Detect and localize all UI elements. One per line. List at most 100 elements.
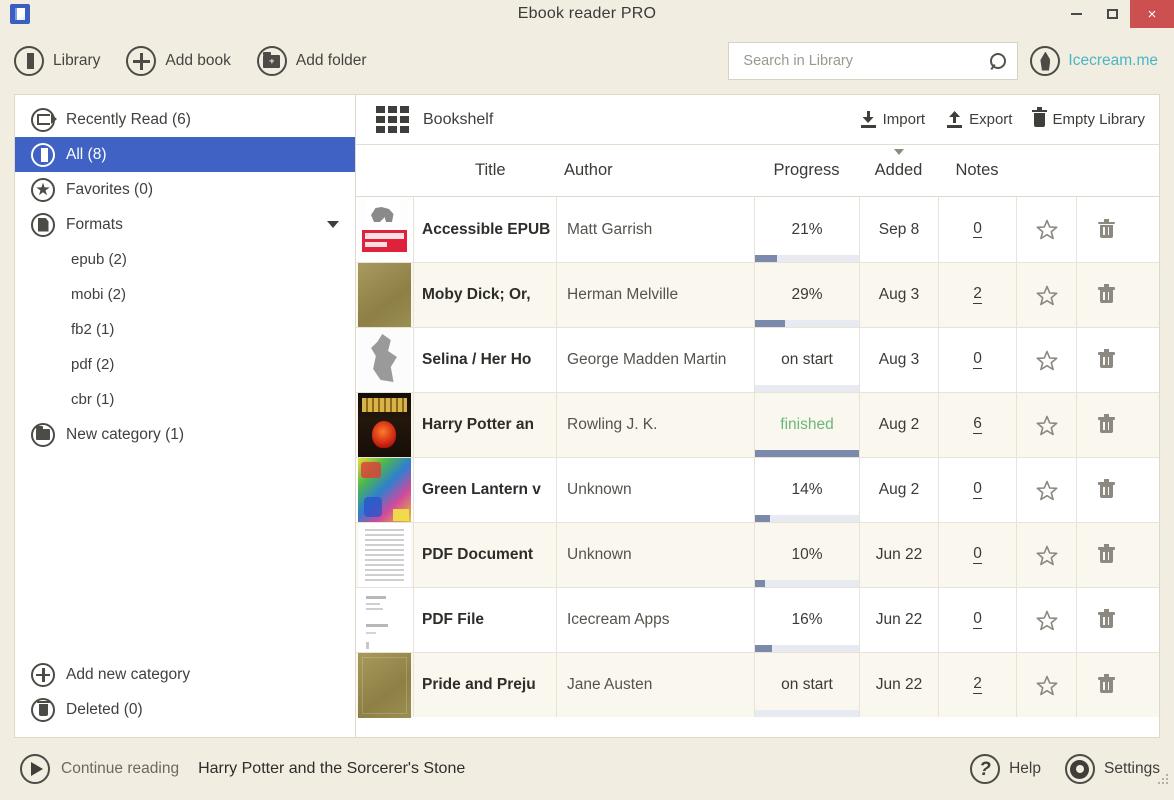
book-cover-thumbnail xyxy=(358,197,411,262)
header-title[interactable]: Title xyxy=(413,161,556,180)
favorite-button[interactable] xyxy=(1016,393,1076,457)
book-title[interactable]: Accessible EPUB xyxy=(413,197,556,262)
favorite-button[interactable] xyxy=(1016,458,1076,522)
header-progress[interactable]: Progress xyxy=(754,161,859,180)
continue-reading-button[interactable]: Continue reading Harry Potter and the So… xyxy=(20,754,465,784)
table-row[interactable]: Accessible EPUBMatt Garrish21%Sep 80 xyxy=(356,197,1159,262)
book-title[interactable]: Pride and Preju xyxy=(413,653,556,717)
gear-icon xyxy=(1065,754,1095,784)
import-icon xyxy=(861,111,876,128)
chevron-down-icon[interactable] xyxy=(327,221,339,228)
delete-button[interactable] xyxy=(1076,197,1136,262)
trash-outline-icon xyxy=(1100,352,1113,368)
table-row[interactable]: Green Lantern vUnknown14%Aug 20 xyxy=(356,457,1159,522)
book-notes-count[interactable]: 0 xyxy=(938,458,1016,522)
star-outline-icon xyxy=(1036,350,1058,371)
add-new-category-button[interactable]: Add new category xyxy=(15,657,355,692)
favorite-button[interactable] xyxy=(1016,653,1076,717)
table-row[interactable]: Selina / Her HoGeorge Madden Martinon st… xyxy=(356,327,1159,392)
sidebar-item-mobi[interactable]: mobi (2) xyxy=(15,277,355,312)
delete-button[interactable] xyxy=(1076,328,1136,392)
book-notes-count[interactable]: 2 xyxy=(938,653,1016,717)
sidebar-item-favorites[interactable]: Favorites (0) xyxy=(15,172,355,207)
book-title[interactable]: Green Lantern v xyxy=(413,458,556,522)
maximize-button[interactable] xyxy=(1094,0,1130,28)
resize-grip[interactable] xyxy=(1156,780,1168,792)
book-notes-count[interactable]: 0 xyxy=(938,328,1016,392)
search-icon[interactable] xyxy=(990,53,1007,70)
app-icon xyxy=(10,4,30,24)
book-title[interactable]: Moby Dick; Or, xyxy=(413,263,556,327)
delete-button[interactable] xyxy=(1076,458,1136,522)
delete-button[interactable] xyxy=(1076,263,1136,327)
close-button[interactable]: × xyxy=(1130,0,1174,28)
book-cover-cell xyxy=(356,263,413,327)
book-notes-count[interactable]: 6 xyxy=(938,393,1016,457)
book-notes-count[interactable]: 0 xyxy=(938,197,1016,262)
sidebar-item-label: Recently Read (6) xyxy=(66,111,191,129)
favorite-button[interactable] xyxy=(1016,588,1076,652)
empty-library-button[interactable]: Empty Library xyxy=(1034,111,1145,128)
book-cover-cell xyxy=(356,393,413,457)
book-title[interactable]: Selina / Her Ho xyxy=(413,328,556,392)
book-cover-thumbnail xyxy=(358,393,411,458)
brand-link-group[interactable]: Icecream.me xyxy=(1030,46,1158,76)
sidebar-item-cbr[interactable]: cbr (1) xyxy=(15,382,355,417)
book-notes-count[interactable]: 2 xyxy=(938,263,1016,327)
sidebar-item-epub[interactable]: epub (2) xyxy=(15,242,355,277)
settings-button[interactable]: Settings xyxy=(1065,754,1160,784)
sidebar-item-label: New category (1) xyxy=(66,426,184,444)
table-row[interactable]: Pride and PrejuJane Austenon startJun 22… xyxy=(356,652,1159,717)
export-label: Export xyxy=(969,111,1012,128)
table-row[interactable]: Harry Potter anRowling J. K.finishedAug … xyxy=(356,392,1159,457)
add-folder-button[interactable]: Add folder xyxy=(257,46,367,76)
shelf-actions: Import Export Empty Library xyxy=(861,111,1145,128)
bookshelf-toolbar: Bookshelf Import Export Empty Library xyxy=(356,95,1159,145)
search-input[interactable] xyxy=(743,53,990,69)
delete-button[interactable] xyxy=(1076,653,1136,717)
table-row[interactable]: PDF DocumentUnknown10%Jun 220 xyxy=(356,522,1159,587)
delete-button[interactable] xyxy=(1076,523,1136,587)
sidebar-item-deleted[interactable]: Deleted (0) xyxy=(15,692,355,727)
book-title[interactable]: PDF File xyxy=(413,588,556,652)
book-progress: on start xyxy=(754,328,859,392)
add-book-button[interactable]: Add book xyxy=(126,46,231,76)
table-row[interactable]: Moby Dick; Or,Herman Melville29%Aug 32 xyxy=(356,262,1159,327)
help-button[interactable]: ? Help xyxy=(970,754,1041,784)
import-button[interactable]: Import xyxy=(861,111,926,128)
header-author[interactable]: Author xyxy=(556,161,754,180)
brand-link[interactable]: Icecream.me xyxy=(1068,52,1158,70)
favorite-button[interactable] xyxy=(1016,197,1076,262)
book-progress: finished xyxy=(754,393,859,457)
book-title[interactable]: PDF Document xyxy=(413,523,556,587)
sidebar-item-pdf[interactable]: pdf (2) xyxy=(15,347,355,382)
sidebar-item-new-category[interactable]: New category (1) xyxy=(15,417,355,452)
sidebar-item-formats[interactable]: Formats xyxy=(15,207,355,242)
favorite-button[interactable] xyxy=(1016,263,1076,327)
export-button[interactable]: Export xyxy=(947,111,1012,128)
book-notes-count[interactable]: 0 xyxy=(938,523,1016,587)
trash-outline-icon xyxy=(1100,482,1113,498)
sidebar-item-recently-read[interactable]: Recently Read (6) xyxy=(15,102,355,137)
sidebar-item-label: Add new category xyxy=(66,666,190,684)
grid-icon[interactable] xyxy=(376,106,409,133)
toolbar-right: Icecream.me xyxy=(728,42,1158,80)
minimize-button[interactable] xyxy=(1058,0,1094,28)
table-row[interactable]: PDF FileIcecream Apps16%Jun 220 xyxy=(356,587,1159,652)
star-outline-icon xyxy=(1036,675,1058,696)
favorite-button[interactable] xyxy=(1016,328,1076,392)
favorite-button[interactable] xyxy=(1016,523,1076,587)
delete-button[interactable] xyxy=(1076,393,1136,457)
book-notes-count[interactable]: 0 xyxy=(938,588,1016,652)
library-button[interactable]: Library xyxy=(14,46,100,76)
header-notes[interactable]: Notes xyxy=(938,161,1016,180)
book-cover-thumbnail xyxy=(358,328,411,393)
search-box[interactable] xyxy=(728,42,1018,80)
book-title[interactable]: Harry Potter an xyxy=(413,393,556,457)
title-bar: Ebook reader PRO × xyxy=(0,0,1174,28)
sidebar-item-all[interactable]: All (8) xyxy=(15,137,355,172)
delete-button[interactable] xyxy=(1076,588,1136,652)
header-added[interactable]: Added xyxy=(859,161,938,180)
sidebar-item-fb2[interactable]: fb2 (1) xyxy=(15,312,355,347)
book-author: Unknown xyxy=(556,523,754,587)
